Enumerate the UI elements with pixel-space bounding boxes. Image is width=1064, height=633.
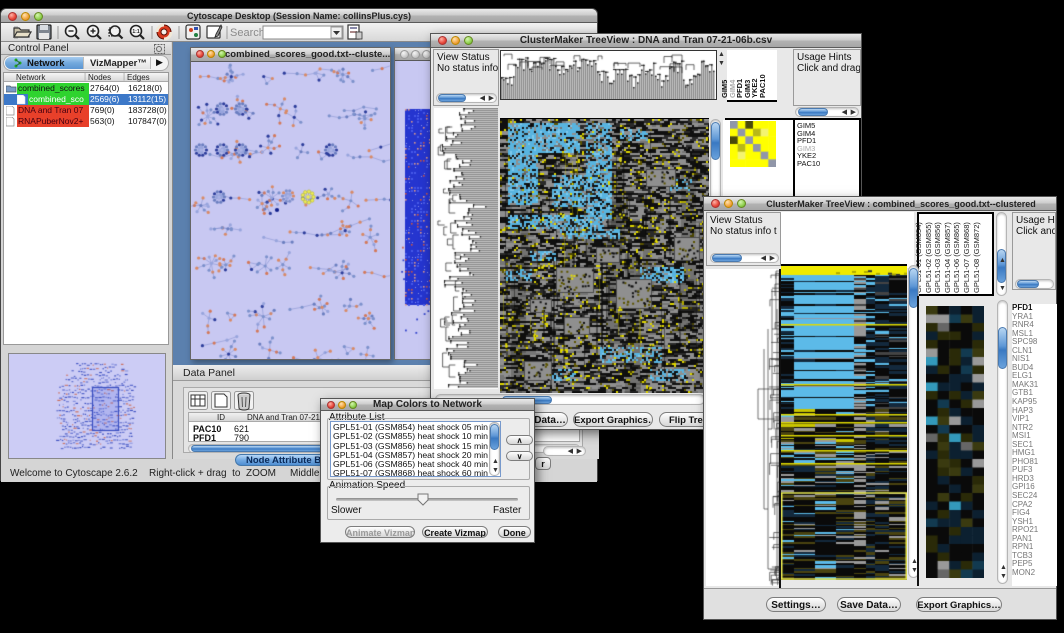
svg-text:1:1: 1:1: [132, 29, 139, 35]
svg-text:Search:: Search:: [230, 27, 268, 39]
